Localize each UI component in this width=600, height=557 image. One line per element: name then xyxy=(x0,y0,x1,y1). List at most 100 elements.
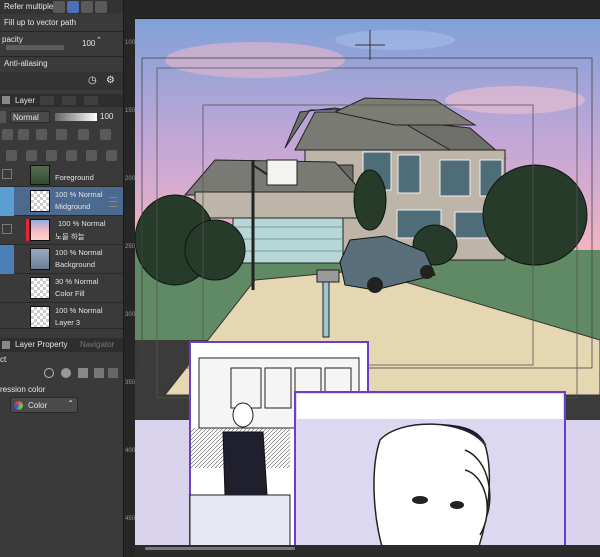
drag-handle-icon[interactable] xyxy=(109,197,117,207)
new-folder-icon[interactable] xyxy=(26,150,37,161)
history-icon[interactable]: ◷ xyxy=(88,75,97,86)
ruler-tick: 400 xyxy=(125,448,136,454)
lock-transparent-icon[interactable] xyxy=(18,129,29,140)
layer-tabs: Layer xyxy=(0,94,123,107)
trash-icon[interactable] xyxy=(106,150,117,161)
layer-opacity-mode: 30 % Normal xyxy=(55,277,99,286)
layer-opacity-slider[interactable] xyxy=(55,113,97,121)
tab-layer-property[interactable]: Layer Property xyxy=(15,340,67,349)
layer-thumbnail xyxy=(30,277,50,299)
layer-name: Color Fill xyxy=(55,289,85,298)
color-tag xyxy=(26,219,29,241)
refer-multiple-label: Refer multiple xyxy=(4,2,54,11)
layer-thumbnail xyxy=(30,219,50,241)
layer-opacity-mode: 100 % Normal xyxy=(58,219,106,228)
refer-layer-icon[interactable] xyxy=(81,1,93,13)
antialias-label: Anti-aliasing xyxy=(4,59,48,68)
clip-icon[interactable] xyxy=(2,129,13,140)
layer-name: Foreground xyxy=(55,173,94,182)
chevron-left-icon[interactable] xyxy=(0,111,6,123)
tab-navigator[interactable]: Navigator xyxy=(80,340,114,349)
ruler-tick: 450 xyxy=(125,516,136,522)
border-effect-icon[interactable] xyxy=(44,368,54,378)
expression-row: ression color xyxy=(0,384,123,396)
draft-layer-icon[interactable] xyxy=(56,129,67,140)
fill-vector-row[interactable]: Fill up to vector path xyxy=(0,17,123,30)
chevron-down-icon: ⌃ xyxy=(67,399,74,408)
blend-mode-value: Normal xyxy=(13,113,39,122)
panel-toolbar: ◷ ⚙ xyxy=(0,72,123,90)
horizontal-ruler xyxy=(135,0,600,19)
layer-tab-icon xyxy=(2,96,10,104)
left-panel: Refer multiple Fill up to vector path pa… xyxy=(0,0,123,557)
tab-3-icon[interactable] xyxy=(62,96,76,105)
tab-layer[interactable]: Layer xyxy=(15,96,35,105)
lock-icon[interactable] xyxy=(78,129,89,140)
layer-name: Midground xyxy=(55,202,91,211)
effect-label: ct xyxy=(0,355,7,364)
layer-row[interactable]: 100 % Normal Layer 3 xyxy=(0,303,123,329)
layer-tools-row-2 xyxy=(0,149,123,163)
ruler-tick: 100 xyxy=(125,40,136,46)
refer-multiple-row[interactable]: Refer multiple xyxy=(0,0,123,14)
layer-color-icon[interactable] xyxy=(0,245,14,274)
blend-row: Normal 100 xyxy=(0,110,123,124)
layer-thumbnail xyxy=(30,248,50,270)
stepper-icon[interactable]: ⌃ xyxy=(96,36,102,44)
layer-row[interactable]: 100 % Normal Midground xyxy=(0,187,123,216)
fill-vector-label: Fill up to vector path xyxy=(4,18,77,27)
effect-row: ct xyxy=(0,354,123,366)
ruler-tick: 250 xyxy=(125,244,136,250)
merge-layer-icon[interactable] xyxy=(46,150,57,161)
ruler-tick: 150 xyxy=(125,108,136,114)
layer-mask-icon[interactable] xyxy=(86,150,97,161)
tab-2-icon[interactable] xyxy=(40,96,54,105)
opacity-label: pacity xyxy=(2,35,23,44)
canvas[interactable] xyxy=(135,0,600,557)
layer-opacity-mode: 100 % Normal xyxy=(55,190,103,199)
antialias-row[interactable]: Anti-aliasing xyxy=(0,58,123,71)
ruler-tick: 300 xyxy=(125,312,136,318)
tone-effect-icon[interactable] xyxy=(78,368,88,378)
visibility-icon[interactable] xyxy=(2,169,12,179)
color-wheel-icon xyxy=(14,401,23,410)
extract-line-icon[interactable] xyxy=(108,368,118,378)
layer-thumbnail xyxy=(30,190,50,212)
layer-row[interactable]: 100 % Normal 노을 하늘 xyxy=(0,216,123,245)
layer-name: Layer 3 xyxy=(55,318,81,327)
layer-opacity-value[interactable]: 100 xyxy=(100,112,113,121)
layer-row[interactable]: Foreground xyxy=(0,164,123,187)
expression-color-value: Color xyxy=(28,401,48,410)
watercolor-effect-icon[interactable] xyxy=(61,368,71,378)
layer-name: 노을 하늘 xyxy=(55,232,85,241)
layer-property-icon xyxy=(2,341,10,349)
layer-opacity-mode: 100 % Normal xyxy=(55,306,103,315)
expression-label: ression color xyxy=(0,385,46,394)
opacity-row[interactable]: pacity 100 ⌃ xyxy=(0,35,123,55)
refer-folder-icon[interactable] xyxy=(95,1,107,13)
layer-color-effect-icon[interactable] xyxy=(94,368,104,378)
refer-mode-icon[interactable] xyxy=(67,1,79,13)
layer-property-tabs: Layer Property Navigator xyxy=(0,338,123,352)
mask-icon[interactable] xyxy=(100,129,111,140)
layer-name: Background xyxy=(55,260,96,269)
brush-icon[interactable] xyxy=(0,187,14,216)
effect-icons-row xyxy=(0,366,123,382)
copy-layer-icon[interactable] xyxy=(66,150,77,161)
new-raster-layer-icon[interactable] xyxy=(6,150,17,161)
layers-stack-icon[interactable] xyxy=(53,1,65,13)
layer-thumbnail xyxy=(30,306,50,328)
canvas-artwork xyxy=(135,18,600,557)
blend-mode-select[interactable]: Normal xyxy=(10,111,50,123)
ruler-tick: 350 xyxy=(125,380,136,386)
opacity-value[interactable]: 100 xyxy=(82,39,95,48)
visibility-icon[interactable] xyxy=(2,224,12,234)
expression-color-select[interactable]: Color ⌃ xyxy=(10,397,78,413)
tab-4-icon[interactable] xyxy=(84,96,98,105)
layer-row[interactable]: 30 % Normal Color Fill xyxy=(0,274,123,303)
wrench-icon[interactable]: ⚙ xyxy=(106,75,115,86)
layer-thumbnail xyxy=(30,165,50,185)
opacity-slider[interactable] xyxy=(6,45,64,50)
layer-row[interactable]: 100 % Normal Background xyxy=(0,245,123,274)
reference-layer-icon[interactable] xyxy=(36,129,47,140)
